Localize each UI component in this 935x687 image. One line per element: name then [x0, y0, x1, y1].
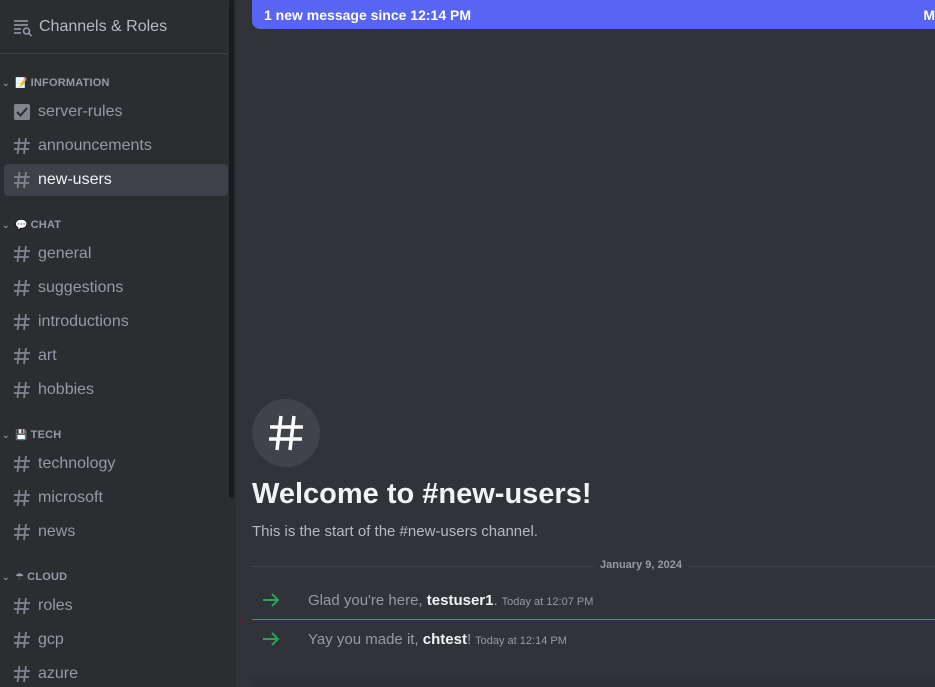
channel-technology[interactable]: technology	[4, 448, 228, 480]
channel-roles[interactable]: roles	[4, 590, 228, 622]
channel-art[interactable]: art	[4, 340, 228, 372]
channel-news[interactable]: news	[4, 516, 228, 548]
channel-name: suggestions	[38, 279, 124, 296]
sidebar-scrollbar[interactable]	[229, 0, 234, 498]
new-message-indicator-line	[252, 619, 935, 620]
join-arrow-icon	[262, 632, 282, 646]
join-message-text: Glad you're here, testuser1. Today at 12:…	[308, 592, 593, 609]
join-arrow-icon	[262, 593, 282, 607]
chevron-down-icon: ⌄	[2, 429, 10, 440]
welcome-subtitle: This is the start of the #new-users chan…	[252, 523, 538, 540]
channels-roles-label: Channels & Roles	[39, 17, 168, 35]
hash-icon	[12, 380, 32, 400]
join-message-text: Yay you made it, chtest! Today at 12:14 P…	[308, 631, 567, 648]
hash-icon	[269, 415, 303, 451]
channel-microsoft[interactable]: microsoft	[4, 482, 228, 514]
hash-icon	[12, 664, 32, 684]
umbrella-emoji: ☂	[15, 571, 25, 583]
hash-icon	[12, 596, 32, 616]
channel-gcp[interactable]: gcp	[4, 624, 228, 656]
channel-name: roles	[38, 597, 73, 614]
message-suffix: .	[493, 591, 498, 609]
category-label: CHAT	[30, 219, 62, 231]
chevron-down-icon: ⌄	[2, 77, 10, 88]
channel-sidebar: Channels & Roles ⌄ 📝 INFORMATION server-…	[0, 0, 236, 687]
message-timestamp[interactable]: Today at 12:14 PM	[475, 635, 567, 647]
channel-name: gcp	[38, 631, 64, 648]
channel-hobbies[interactable]: hobbies	[4, 374, 228, 406]
hash-icon	[12, 244, 32, 264]
message-suffix: !	[466, 630, 472, 648]
message-input-edge[interactable]	[252, 677, 935, 687]
date-divider-label: January 9, 2024	[594, 559, 688, 571]
hash-icon	[12, 136, 32, 156]
channel-name: general	[38, 245, 92, 262]
hash-icon	[12, 346, 32, 366]
category-label: TECH	[30, 429, 62, 441]
hash-icon	[12, 522, 32, 542]
category-label: CLOUD	[27, 571, 68, 583]
username[interactable]: chtest	[423, 631, 467, 648]
new-messages-banner[interactable]: 1 new message since 12:14 PM M	[252, 0, 935, 29]
username[interactable]: testuser1	[427, 592, 494, 609]
chevron-down-icon: ⌄	[2, 219, 10, 230]
rules-icon	[12, 102, 32, 122]
channel-azure[interactable]: azure	[4, 658, 228, 687]
message-prefix: Glad you're here,	[308, 591, 427, 609]
channel-name: microsoft	[38, 489, 103, 506]
channel-name: announcements	[38, 137, 152, 154]
channel-name: news	[38, 523, 76, 540]
welcome-title: Welcome to #new-users!	[252, 478, 592, 510]
new-messages-text: 1 new message since 12:14 PM	[264, 6, 471, 23]
channel-name: introductions	[38, 313, 129, 330]
hash-icon	[12, 454, 32, 474]
category-tech[interactable]: ⌄ 💾 TECH	[2, 427, 61, 443]
hash-icon	[12, 630, 32, 650]
category-label: INFORMATION	[30, 77, 110, 89]
hash-icon	[12, 170, 32, 190]
speech-bubble-emoji: 💬	[15, 219, 28, 231]
channel-suggestions[interactable]: suggestions	[4, 272, 228, 304]
hash-icon	[12, 278, 32, 298]
channel-hash-avatar	[252, 399, 320, 467]
channel-server-rules[interactable]: server-rules	[4, 96, 228, 128]
memo-emoji: 📝	[15, 77, 28, 89]
channel-general[interactable]: general	[4, 238, 228, 270]
channels-list-icon	[13, 17, 33, 37]
channel-new-users[interactable]: new-users	[4, 164, 228, 196]
channel-name: server-rules	[38, 103, 123, 120]
message-timestamp[interactable]: Today at 12:07 PM	[502, 596, 594, 608]
hash-icon	[12, 488, 32, 508]
channel-name: azure	[38, 665, 79, 682]
channel-name: technology	[38, 455, 116, 472]
hash-icon	[12, 312, 32, 332]
channel-name: art	[38, 347, 57, 364]
message-prefix: Yay you made it,	[308, 630, 423, 648]
channel-introductions[interactable]: introductions	[4, 306, 228, 338]
channel-announcements[interactable]: announcements	[4, 130, 228, 162]
join-message[interactable]: Yay you made it, chtest! Today at 12:14 P…	[252, 624, 935, 654]
join-message[interactable]: Glad you're here, testuser1. Today at 12:…	[252, 585, 935, 615]
channels-roles-header[interactable]: Channels & Roles	[0, 0, 228, 54]
floppy-disk-emoji: 💾	[15, 429, 28, 441]
chevron-down-icon: ⌄	[2, 571, 10, 582]
channel-name: new-users	[38, 171, 112, 188]
category-chat[interactable]: ⌄ 💬 CHAT	[2, 217, 61, 233]
mark-as-read-button[interactable]: M	[923, 0, 935, 29]
category-cloud[interactable]: ⌄ ☂ CLOUD	[2, 569, 67, 585]
channel-name: hobbies	[38, 381, 95, 398]
category-information[interactable]: ⌄ 📝 INFORMATION	[2, 75, 110, 91]
